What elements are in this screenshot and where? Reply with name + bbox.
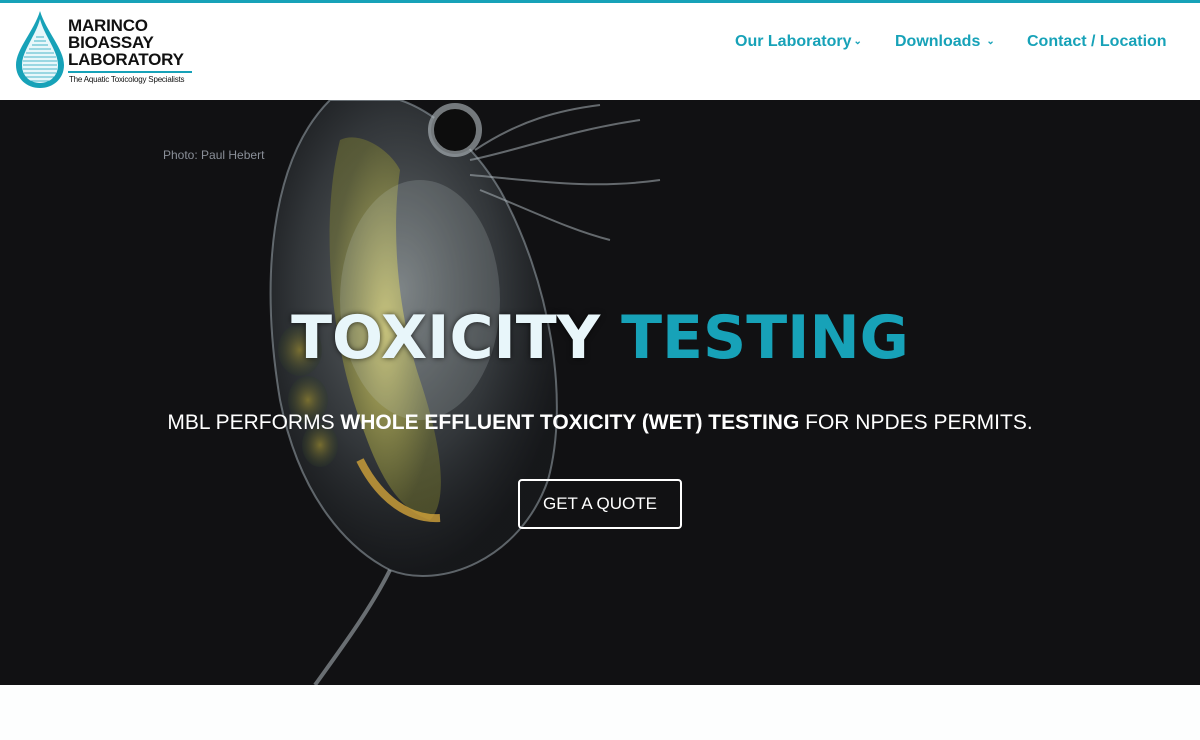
hero-subtitle: MBL PERFORMS WHOLE EFFLUENT TOXICITY (WE… bbox=[0, 408, 1200, 438]
chevron-down-icon: ⌄ bbox=[853, 36, 862, 47]
nav-our-laboratory[interactable]: Our Laboratory ⌄ bbox=[735, 33, 862, 53]
photo-credit: Photo: Paul Hebert bbox=[163, 148, 265, 162]
logo-underline bbox=[68, 71, 192, 73]
nav-downloads[interactable]: Downloads ⌄ bbox=[895, 33, 995, 53]
nav-contact-location-label: Contact / Location bbox=[1027, 33, 1167, 50]
logo-tagline: The Aquatic Toxicology Specialists bbox=[69, 75, 185, 84]
nav-contact-location[interactable]: Contact / Location bbox=[1027, 33, 1167, 53]
chevron-down-icon: ⌄ bbox=[986, 36, 995, 47]
site-header: MARINCO BIOASSAY LABORATORY The Aquatic … bbox=[0, 3, 1200, 100]
hero-title-part-2: TESTING bbox=[621, 303, 909, 373]
logo-wordmark: MARINCO BIOASSAY LABORATORY bbox=[68, 17, 184, 68]
hero-banner: Photo: Paul Hebert TOXICITY TESTING MBL … bbox=[0, 100, 1200, 685]
water-drop-logo-icon bbox=[16, 11, 64, 88]
hero-subtitle-suffix: FOR NPDES PERMITS. bbox=[799, 411, 1033, 434]
nav-downloads-label: Downloads bbox=[895, 33, 981, 50]
hero-title-part-1: TOXICITY bbox=[291, 303, 601, 373]
hero-subtitle-prefix: MBL PERFORMS bbox=[167, 411, 341, 434]
hero-subtitle-emphasis: WHOLE EFFLUENT TOXICITY (WET) TESTING bbox=[340, 411, 800, 434]
logo-line-2: BIOASSAY bbox=[68, 33, 154, 52]
logo-line-3: LABORATORY bbox=[68, 50, 184, 69]
hero-title: TOXICITY TESTING bbox=[0, 300, 1200, 376]
site-logo[interactable]: MARINCO BIOASSAY LABORATORY The Aquatic … bbox=[14, 9, 200, 93]
nav-our-laboratory-label: Our Laboratory bbox=[735, 33, 852, 50]
daphnia-background-image bbox=[269, 100, 661, 685]
logo-line-1: MARINCO bbox=[68, 16, 148, 35]
get-a-quote-button[interactable]: GET A QUOTE bbox=[518, 479, 682, 529]
